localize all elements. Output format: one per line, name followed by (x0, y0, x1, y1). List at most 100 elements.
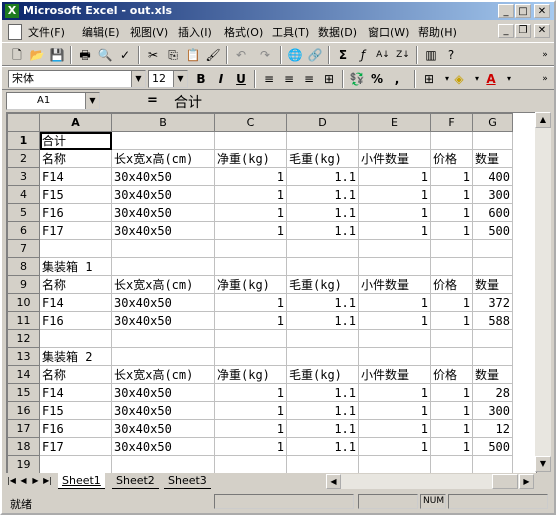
row-header[interactable]: 19 (7, 455, 40, 473)
cell-c8[interactable] (214, 257, 287, 276)
print-icon[interactable]: 🖶 (76, 46, 94, 64)
column-header-b[interactable]: B (111, 113, 215, 132)
cell-a2[interactable]: 名称 (39, 149, 112, 168)
cell-g3[interactable]: 400 (472, 167, 513, 186)
cell-a6[interactable]: F17 (39, 221, 112, 240)
cell-f5[interactable]: 1 (430, 203, 473, 222)
sort-ascending-icon[interactable]: A↓ (374, 46, 392, 64)
cell-e8[interactable] (358, 257, 431, 276)
scroll-up-icon[interactable]: ▲ (535, 112, 551, 128)
row-header[interactable]: 12 (7, 329, 40, 348)
row-header[interactable]: 4 (7, 185, 40, 204)
cell-d8[interactable] (286, 257, 359, 276)
toolbar-options-icon[interactable]: » (536, 46, 554, 64)
row-header[interactable]: 9 (7, 275, 40, 294)
cell-g14[interactable]: 数量 (472, 365, 513, 384)
cell-a9[interactable]: 名称 (39, 275, 112, 294)
cell-b14[interactable]: 长x宽x高(cm) (111, 365, 215, 384)
cell-f8[interactable] (430, 257, 473, 276)
cell-f3[interactable]: 1 (430, 167, 473, 186)
cell-g1[interactable] (472, 131, 513, 150)
cell-g5[interactable]: 600 (472, 203, 513, 222)
cell-e4[interactable]: 1 (358, 185, 431, 204)
cell-c14[interactable]: 净重(kg) (214, 365, 287, 384)
chevron-down-icon[interactable]: ▼ (85, 93, 99, 109)
cell-d19[interactable] (286, 455, 359, 473)
cell-g7[interactable] (472, 239, 513, 258)
underline-button[interactable]: U (232, 70, 250, 88)
cell-a4[interactable]: F15 (39, 185, 112, 204)
cell-a1[interactable]: 合计 (39, 131, 112, 150)
cell-f6[interactable]: 1 (430, 221, 473, 240)
cell-c6[interactable]: 1 (214, 221, 287, 240)
menu-data[interactable]: 数据(D) (318, 24, 357, 40)
cell-c19[interactable] (214, 455, 287, 473)
hyperlink-icon[interactable]: 🌐 (286, 46, 304, 64)
cell-b17[interactable]: 30x40x50 (111, 419, 215, 438)
scroll-left-icon[interactable]: ◀ (326, 474, 341, 489)
chevron-down-icon[interactable]: ▼ (173, 71, 187, 87)
cell-f17[interactable]: 1 (430, 419, 473, 438)
cell-g16[interactable]: 300 (472, 401, 513, 420)
scroll-right-icon[interactable]: ▶ (519, 474, 534, 489)
cell-e9[interactable]: 小件数量 (358, 275, 431, 294)
menu-view[interactable]: 视图(V) (130, 24, 168, 40)
cell-c16[interactable]: 1 (214, 401, 287, 420)
redo-icon[interactable]: ↷ (256, 46, 274, 64)
cell-e18[interactable]: 1 (358, 437, 431, 456)
sort-descending-icon[interactable]: Z↓ (394, 46, 412, 64)
fill-color-icon[interactable]: ◈ (450, 70, 468, 88)
menu-insert[interactable]: 插入(I) (178, 24, 212, 40)
cell-d4[interactable]: 1.1 (286, 185, 359, 204)
toolbar-options-icon[interactable]: » (536, 70, 554, 88)
formula-input[interactable]: 合计 (174, 92, 202, 112)
row-header[interactable]: 3 (7, 167, 40, 186)
cell-d16[interactable]: 1.1 (286, 401, 359, 420)
menu-help[interactable]: 帮助(H) (418, 24, 457, 40)
align-center-icon[interactable]: ≡ (280, 70, 298, 88)
cell-g13[interactable] (472, 347, 513, 366)
cell-d1[interactable] (286, 131, 359, 150)
menu-edit[interactable]: 编辑(E) (82, 24, 120, 40)
cell-g8[interactable] (472, 257, 513, 276)
cell-f1[interactable] (430, 131, 473, 150)
cell-b10[interactable]: 30x40x50 (111, 293, 215, 312)
cell-a5[interactable]: F16 (39, 203, 112, 222)
cell-d17[interactable]: 1.1 (286, 419, 359, 438)
row-header[interactable]: 18 (7, 437, 40, 456)
cell-g17[interactable]: 12 (472, 419, 513, 438)
cell-c17[interactable]: 1 (214, 419, 287, 438)
open-icon[interactable]: 📂 (28, 46, 46, 64)
cell-b9[interactable]: 长x宽x高(cm) (111, 275, 215, 294)
cell-d13[interactable] (286, 347, 359, 366)
cell-b13[interactable] (111, 347, 215, 366)
cell-g18[interactable]: 500 (472, 437, 513, 456)
cell-b3[interactable]: 30x40x50 (111, 167, 215, 186)
help-icon[interactable]: ? (442, 46, 460, 64)
cell-e15[interactable]: 1 (358, 383, 431, 402)
cell-a13[interactable]: 集装箱 2 (39, 347, 112, 366)
menu-format[interactable]: 格式(O) (224, 24, 263, 40)
cell-b4[interactable]: 30x40x50 (111, 185, 215, 204)
column-header-g[interactable]: G (472, 113, 513, 132)
italic-button[interactable]: I (212, 70, 230, 88)
cell-c3[interactable]: 1 (214, 167, 287, 186)
cell-f14[interactable]: 价格 (430, 365, 473, 384)
cell-f10[interactable]: 1 (430, 293, 473, 312)
row-header[interactable]: 5 (7, 203, 40, 222)
doc-minimize-button[interactable]: _ (498, 24, 514, 38)
cell-e17[interactable]: 1 (358, 419, 431, 438)
first-sheet-icon[interactable]: |◀ (6, 474, 17, 488)
cell-f16[interactable]: 1 (430, 401, 473, 420)
cell-a8[interactable]: 集装箱 1 (39, 257, 112, 276)
print-preview-icon[interactable]: 🔍 (96, 46, 114, 64)
cell-g15[interactable]: 28 (472, 383, 513, 402)
vertical-scrollbar[interactable]: ▲ ▼ (535, 112, 551, 472)
cell-e3[interactable]: 1 (358, 167, 431, 186)
document-icon[interactable] (8, 24, 22, 40)
cell-g19[interactable] (472, 455, 513, 473)
cell-e2[interactable]: 小件数量 (358, 149, 431, 168)
cell-b5[interactable]: 30x40x50 (111, 203, 215, 222)
chevron-down-icon[interactable]: ▾ (500, 70, 518, 88)
row-header[interactable]: 15 (7, 383, 40, 402)
